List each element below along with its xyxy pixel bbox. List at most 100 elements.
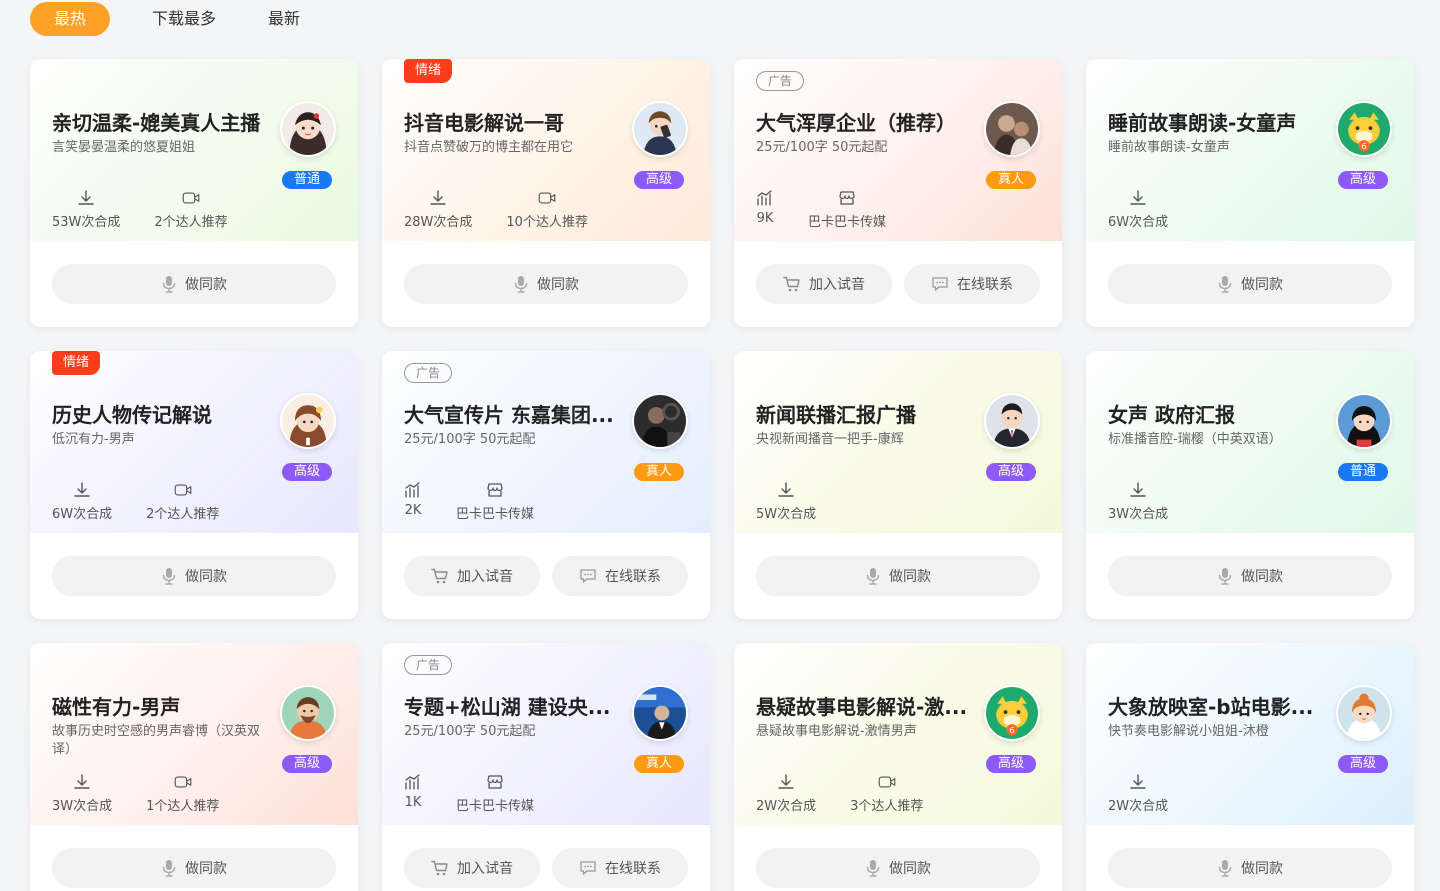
card-subtitle: 故事历史时空感的男声睿博（汉英双译） [52, 724, 261, 757]
chat-icon [579, 860, 597, 876]
usage-stat: 6W次合成 [1108, 189, 1168, 230]
usage-stat: 53W次合成 [52, 189, 120, 230]
cart-icon [431, 860, 449, 876]
make-same-button[interactable]: 做同款 [1108, 264, 1392, 304]
level-badge: 高级 [282, 755, 332, 773]
tab-newest[interactable]: 最新 [246, 2, 322, 36]
card-title: 磁性有力-男声 [52, 695, 181, 719]
voice-card[interactable]: 悬疑故事电影解说-激... 悬疑故事电影解说-激情男声 高级 2W次合成 3个达… [734, 643, 1062, 891]
download-icon [73, 773, 91, 791]
voice-card[interactable]: 广告 大气浑厚企业（推荐） 25元/100字 50元起配 真人 9K 巴卡巴卡传… [734, 59, 1062, 327]
download-icon [1129, 481, 1147, 499]
voice-card[interactable]: 磁性有力-男声 故事历史时空感的男声睿博（汉英双译） 高级 3W次合成 1个达人… [30, 643, 358, 891]
tab-hottest[interactable]: 最热 [30, 2, 110, 36]
avatar[interactable] [280, 393, 336, 449]
card-subtitle: 25元/100字 50元起配 [404, 724, 536, 739]
microphone-icon [161, 859, 177, 877]
microphone-icon [1217, 275, 1233, 293]
usage-stat: 2W次合成 [756, 773, 816, 814]
card-title: 亲切温柔-媲美真人主播 [52, 111, 261, 135]
make-same-button[interactable]: 做同款 [756, 848, 1040, 888]
avatar[interactable] [632, 101, 688, 157]
make-same-button[interactable]: 做同款 [52, 556, 336, 596]
recommend-stat: 3个达人推荐 [850, 773, 923, 814]
voice-card-grid: 亲切温柔-媲美真人主播 言笑晏晏温柔的悠夏姐姐 普通 53W次合成 2个达人推荐… [30, 59, 1414, 891]
avatar[interactable] [1336, 393, 1392, 449]
voice-card[interactable]: 亲切温柔-媲美真人主播 言笑晏晏温柔的悠夏姐姐 普通 53W次合成 2个达人推荐… [30, 59, 358, 327]
voice-card[interactable]: 情绪 历史人物传记解说 低沉有力-男声 高级 6W次合成 2个达人推荐 做同款 [30, 351, 358, 619]
add-trial-button[interactable]: 加入试音 [756, 264, 892, 304]
tab-most-downloaded[interactable]: 下载最多 [130, 2, 238, 36]
contact-online-button[interactable]: 在线联系 [552, 848, 688, 888]
microphone-icon [865, 567, 881, 585]
download-icon [1129, 189, 1147, 207]
card-title: 女声 政府汇报 [1108, 403, 1235, 427]
download-icon [777, 773, 795, 791]
shop-icon [486, 773, 504, 791]
download-icon [77, 189, 95, 207]
card-title: 大象放映室-b站电影... [1108, 695, 1314, 719]
card-subtitle: 快节奏电影解说小姐姐-沐橙 [1108, 724, 1269, 739]
make-same-button[interactable]: 做同款 [1108, 556, 1392, 596]
level-badge: 高级 [986, 755, 1036, 773]
level-badge: 真人 [634, 755, 684, 773]
avatar[interactable] [632, 393, 688, 449]
card-stats: 3W次合成 [1108, 481, 1202, 522]
card-stats: 6W次合成 [1108, 189, 1202, 230]
avatar[interactable] [280, 101, 336, 157]
avatar[interactable] [1336, 101, 1392, 157]
avatar[interactable] [984, 101, 1040, 157]
contact-online-button[interactable]: 在线联系 [904, 264, 1040, 304]
emotion-tag: 情绪 [52, 351, 100, 375]
video-icon [174, 481, 192, 499]
level-badge: 高级 [634, 171, 684, 189]
voice-card[interactable]: 情绪 抖音电影解说一哥 抖音点赞破万的博主都在用它 高级 28W次合成 10个达… [382, 59, 710, 327]
studio-stat: 巴卡巴卡传媒 [808, 189, 886, 230]
voice-card[interactable]: 大象放映室-b站电影... 快节奏电影解说小姐姐-沐橙 高级 2W次合成 做同款 [1086, 643, 1414, 891]
avatar[interactable] [1336, 685, 1392, 741]
chart-icon [404, 773, 422, 791]
make-same-button[interactable]: 做同款 [1108, 848, 1392, 888]
recommend-stat: 1个达人推荐 [146, 773, 219, 814]
avatar[interactable] [632, 685, 688, 741]
voice-card[interactable]: 新闻联播汇报广播 央视新闻播音一把手-康辉 高级 5W次合成 做同款 [734, 351, 1062, 619]
make-same-button[interactable]: 做同款 [404, 264, 688, 304]
cart-icon [783, 276, 801, 292]
voice-card[interactable]: 睡前故事朗读-女童声 睡前故事朗读-女童声 高级 6W次合成 做同款 [1086, 59, 1414, 327]
make-same-button[interactable]: 做同款 [52, 264, 336, 304]
voice-card[interactable]: 女声 政府汇报 标准播音腔-瑞樱（中英双语） 普通 3W次合成 做同款 [1086, 351, 1414, 619]
contact-online-button[interactable]: 在线联系 [552, 556, 688, 596]
shop-icon [838, 189, 856, 207]
card-stats: 2K 巴卡巴卡传媒 [404, 481, 568, 522]
avatar[interactable] [984, 685, 1040, 741]
card-subtitle: 悬疑故事电影解说-激情男声 [756, 724, 917, 739]
recommend-stat: 2个达人推荐 [154, 189, 228, 230]
card-title: 悬疑故事电影解说-激... [756, 695, 968, 719]
level-badge: 真人 [634, 463, 684, 481]
card-stats: 5W次合成 [756, 481, 850, 522]
card-title: 睡前故事朗读-女童声 [1108, 111, 1297, 135]
avatar[interactable] [984, 393, 1040, 449]
level-badge: 高级 [1338, 171, 1388, 189]
download-icon [73, 481, 91, 499]
level-badge: 高级 [986, 463, 1036, 481]
add-trial-button[interactable]: 加入试音 [404, 556, 540, 596]
chat-icon [579, 568, 597, 584]
voice-card[interactable]: 广告 专题+松山湖 建设央... 25元/100字 50元起配 真人 1K 巴卡… [382, 643, 710, 891]
ad-tag: 广告 [404, 363, 452, 383]
card-title: 抖音电影解说一哥 [404, 111, 564, 135]
card-subtitle: 央视新闻播音一把手-康辉 [756, 432, 904, 447]
card-subtitle: 抖音点赞破万的博主都在用它 [404, 140, 574, 155]
voice-card[interactable]: 广告 大气宣传片 东嘉集团... 25元/100字 50元起配 真人 2K 巴卡… [382, 351, 710, 619]
add-trial-button[interactable]: 加入试音 [404, 848, 540, 888]
make-same-button[interactable]: 做同款 [756, 556, 1040, 596]
usage-stat: 28W次合成 [404, 189, 472, 230]
microphone-icon [161, 275, 177, 293]
avatar[interactable] [280, 685, 336, 741]
usage-stat: 5W次合成 [756, 481, 816, 522]
video-icon [538, 189, 556, 207]
card-subtitle: 睡前故事朗读-女童声 [1108, 140, 1230, 155]
make-same-button[interactable]: 做同款 [52, 848, 336, 888]
card-subtitle: 标准播音腔-瑞樱（中英双语） [1108, 432, 1282, 447]
download-icon [429, 189, 447, 207]
